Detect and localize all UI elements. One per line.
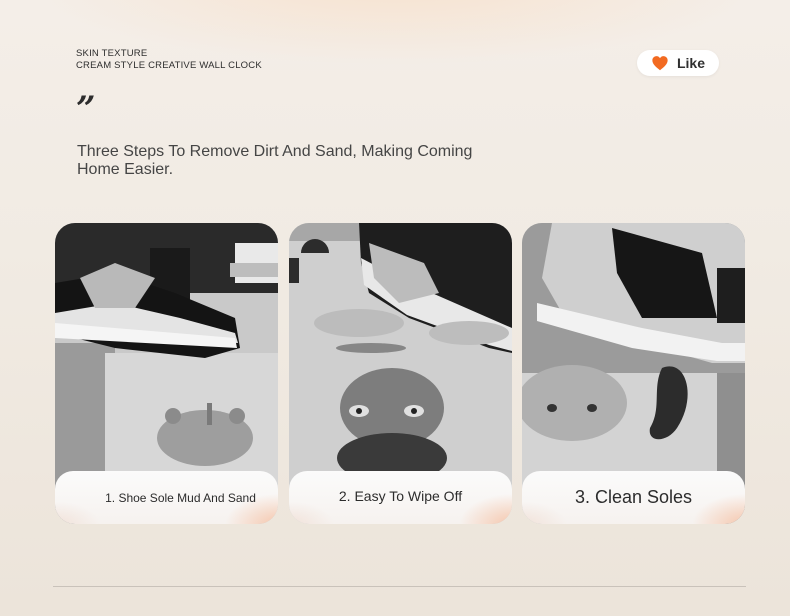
step-3-caption-bar: 3. Clean Soles — [522, 471, 745, 524]
headline: Three Steps To Remove Dirt And Sand, Mak… — [77, 143, 473, 178]
step-cards: 1. Shoe Sole Mud And Sand 2. Easy To Wip… — [55, 223, 745, 524]
step-2-caption-bar: 2. Easy To Wipe Off — [289, 471, 512, 524]
brand-line-product-name: CREAM STYLE CREATIVE WALL CLOCK — [76, 60, 262, 71]
heart-icon — [652, 56, 668, 71]
step-1-caption-bar: 1. Shoe Sole Mud And Sand — [55, 471, 278, 524]
step-card-2: 2. Easy To Wipe Off — [289, 223, 512, 524]
like-button[interactable]: Like — [637, 50, 719, 76]
quote-mark: ” — [76, 89, 96, 129]
step-1-caption: 1. Shoe Sole Mud And Sand — [105, 490, 256, 505]
step-3-caption: 3. Clean Soles — [574, 487, 693, 507]
step-2-caption: 2. Easy To Wipe Off — [338, 487, 463, 504]
bottom-divider — [53, 586, 746, 587]
step-card-3: 3. Clean Soles — [522, 223, 745, 524]
step-card-1: 1. Shoe Sole Mud And Sand — [55, 223, 278, 524]
brand-line-skin-texture: SKIN TEXTURE — [76, 48, 148, 59]
like-label: Like — [676, 55, 705, 71]
brand-lines: SKIN TEXTURE CREAM STYLE CREATIVE WALL C… — [76, 48, 262, 72]
